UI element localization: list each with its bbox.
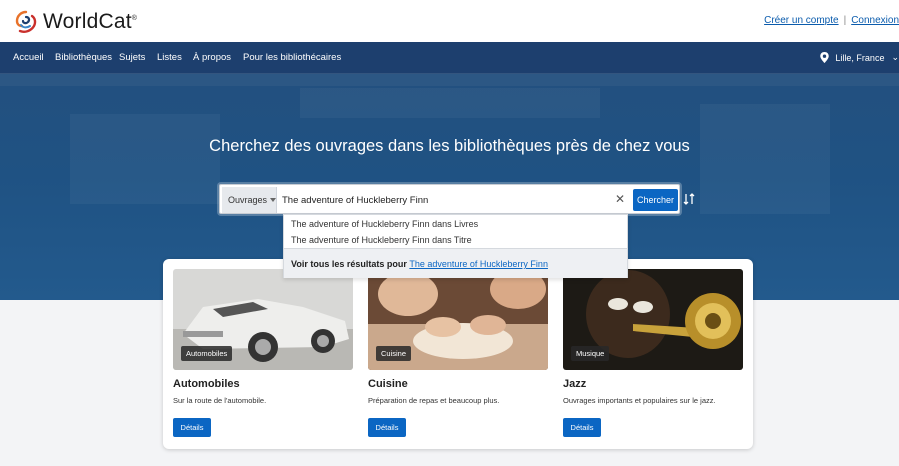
account-links: Créer un compte | Connexion (764, 15, 899, 26)
logo-text: WorldCat® (43, 10, 138, 33)
suggestion-item[interactable]: The adventure of Huckleberry Finn dans L… (291, 219, 478, 229)
see-all-results[interactable]: Voir tous les résultats pour The adventu… (284, 249, 627, 278)
details-button[interactable]: Détails (173, 418, 211, 437)
card-cuisine: Cuisine Cuisine Préparation de repas et … (368, 269, 548, 437)
card-title: Jazz (563, 378, 587, 390)
worldcat-logo-icon (15, 10, 37, 33)
create-account-link[interactable]: Créer un compte (764, 15, 838, 26)
caret-down-icon (270, 198, 277, 202)
location-label: Lille, France (835, 52, 885, 63)
location-pin-icon (820, 52, 830, 63)
see-all-label: Voir tous les résultats pour (291, 259, 407, 269)
top-bar: WorldCat® Créer un compte | Connexion (0, 0, 899, 42)
card-jazz: Musique Jazz Ouvrages importants et popu… (563, 269, 743, 437)
card-badge: Automobiles (181, 346, 233, 361)
hero-title: Cherchez des ouvrages dans les bibliothè… (209, 137, 690, 155)
card-image-cuisine[interactable]: Cuisine (368, 269, 548, 370)
nav-item-a-propos[interactable]: À propos (193, 52, 231, 63)
search-type-label: Ouvrages (228, 195, 268, 205)
details-button[interactable]: Détails (563, 418, 601, 437)
card-image-automobiles[interactable]: Automobiles (173, 269, 353, 370)
bookshelf-decoration (0, 74, 899, 86)
bookshelf-decoration (700, 104, 830, 214)
nav-item-accueil[interactable]: Accueil (13, 52, 44, 63)
nav-item-sujets[interactable]: Sujets (119, 52, 145, 63)
see-all-link[interactable]: The adventure of Huckleberry Finn (409, 259, 548, 269)
search-bar: Ouvrages ✕ Chercher (219, 184, 680, 214)
card-description: Ouvrages importants et populaires sur le… (563, 396, 716, 405)
card-title: Cuisine (368, 378, 408, 390)
card-image-musique[interactable]: Musique (563, 269, 743, 370)
chevron-down-icon: ⌄ (891, 52, 899, 62)
login-link[interactable]: Connexion (851, 15, 899, 26)
card-description: Préparation de repas et beaucoup plus. (368, 396, 500, 405)
sort-filter-icon[interactable] (683, 193, 695, 208)
main-nav: Accueil Bibliothèques Sujets Listes À pr… (0, 42, 899, 74)
worldcat-logo[interactable]: WorldCat® (13, 9, 137, 35)
card-description: Sur la route de l'automobile. (173, 396, 267, 405)
search-button[interactable]: Chercher (633, 189, 678, 211)
search-input[interactable] (282, 191, 602, 209)
link-separator: | (843, 15, 847, 26)
nav-item-bibliotheques[interactable]: Bibliothèques (55, 52, 112, 63)
topic-cards: Automobiles Automobiles Sur la route de … (163, 259, 753, 449)
clear-icon[interactable]: ✕ (615, 193, 625, 205)
bookshelf-decoration (300, 88, 600, 118)
card-badge: Cuisine (376, 346, 412, 361)
suggestion-item[interactable]: The adventure of Huckleberry Finn dans T… (291, 235, 472, 245)
bookshelf-decoration (70, 114, 220, 204)
nav-item-listes[interactable]: Listes (157, 52, 182, 63)
search-type-select[interactable]: Ouvrages (222, 187, 277, 213)
details-button[interactable]: Détails (368, 418, 406, 437)
nav-item-bibliothecaires[interactable]: Pour les bibliothécaires (243, 52, 341, 63)
card-badge: Musique (571, 346, 610, 361)
location-selector[interactable]: Lille, France ⌄ (820, 52, 899, 63)
card-automobiles: Automobiles Automobiles Sur la route de … (173, 269, 353, 437)
card-title: Automobiles (173, 378, 240, 390)
search-suggestions: The adventure of Huckleberry Finn dans L… (283, 214, 628, 278)
